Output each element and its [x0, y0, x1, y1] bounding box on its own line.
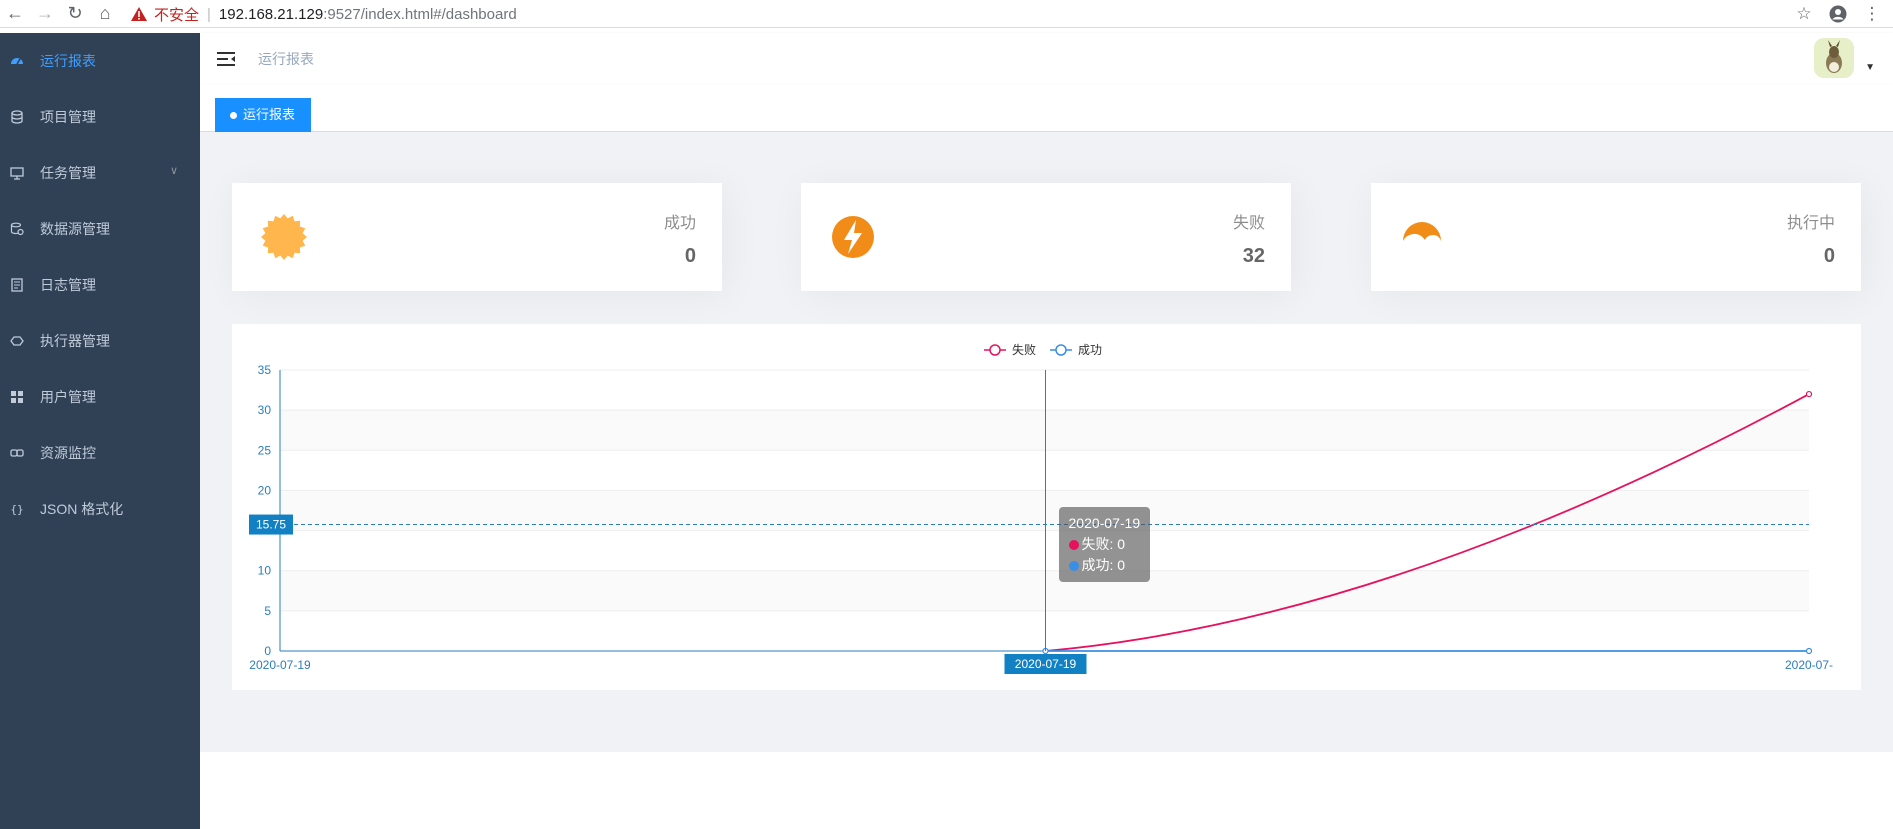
chart-tooltip: 2020-07-19 失败: 0 成功: 0 — [1058, 507, 1151, 582]
legend-label: 成功 — [1078, 343, 1102, 357]
more-menu-icon[interactable]: ⋮ — [1859, 1, 1885, 27]
address-bar[interactable]: 不安全 | 192.168.21.129:9527/index.html#/da… — [130, 2, 1780, 26]
tooltip-row: 失败: 0 — [1068, 534, 1141, 555]
tags-view: 运行报表 — [200, 85, 1893, 132]
url-host: 192.168.21.129 — [218, 5, 324, 23]
hamburger-icon[interactable] — [216, 49, 236, 69]
dashboard-icon — [10, 54, 24, 68]
sidebar-item-5[interactable]: 执行器管理 — [0, 313, 200, 369]
failure-panel[interactable]: 失败 32 — [801, 183, 1291, 291]
sidebar-item-8[interactable]: {} JSON 格式化 — [0, 481, 200, 537]
tag-dashboard[interactable]: 运行报表 — [215, 98, 312, 132]
legend-marker — [989, 344, 1001, 356]
half-moon-icon — [1403, 222, 1441, 241]
sidebar-item-7[interactable]: 资源监控 — [0, 425, 200, 481]
sidebar-item-4[interactable]: 日志管理 — [0, 257, 200, 313]
grid-band — [280, 410, 1809, 451]
tooltip-row-text: 成功: 0 — [1081, 557, 1126, 573]
y-tick-label: 25 — [258, 443, 272, 457]
panel-value: 0 — [1823, 245, 1835, 267]
sidebar: 运行报表项目管理任务管理 ∨ 数据源管理日志管理执行器管理用户管理资源监控 {} JSO… — [0, 33, 200, 829]
y-tick-label: 30 — [258, 403, 272, 417]
y-tick-label: 5 — [264, 604, 271, 618]
sidebar-item-1[interactable]: 项目管理 — [0, 89, 200, 145]
chevron-down-icon: ∨ — [169, 165, 178, 177]
braces-icon: {} — [10, 502, 24, 516]
sidebar-item-2[interactable]: 任务管理 ∨ — [0, 145, 200, 201]
line-chart-card: 051015202530352020-07-192020-07-15.75202… — [232, 324, 1861, 690]
panel-label: 成功 — [663, 215, 696, 232]
document-icon — [10, 278, 24, 292]
security-label: 不安全 — [154, 6, 200, 24]
x-tick-label: 2020-07- — [1785, 658, 1833, 672]
sidebar-item-label: 资源监控 — [40, 445, 96, 461]
panel-value: 32 — [1242, 245, 1265, 267]
sidebar-item-6[interactable]: 用户管理 — [0, 369, 200, 425]
profile-icon[interactable] — [1825, 1, 1851, 27]
navbar: 运行报表 ▼ — [200, 33, 1893, 85]
sidebar-item-label: JSON 格式化 — [40, 501, 124, 517]
grid-icon — [10, 390, 24, 404]
data-point-success — [1805, 647, 1813, 655]
sidebar-item-label: 日志管理 — [40, 277, 96, 293]
sidebar-item-label: 项目管理 — [40, 109, 96, 125]
avatar[interactable] — [1814, 38, 1854, 78]
y-tick-label: 35 — [258, 363, 272, 377]
back-icon[interactable]: ← — [0, 0, 30, 28]
sidebar-item-label: 执行器管理 — [40, 333, 110, 349]
panel-label: 执行中 — [1786, 215, 1835, 232]
sidebar-item-3[interactable]: 数据源管理 — [0, 201, 200, 257]
y-tick-label: 20 — [258, 483, 272, 497]
link-icon — [10, 446, 24, 460]
legend-dot — [1068, 540, 1079, 550]
database-icon — [10, 110, 24, 124]
sun-icon — [261, 214, 307, 260]
caret-down-icon[interactable]: ▼ — [1865, 62, 1875, 73]
panel-value: 0 — [684, 245, 696, 267]
home-icon[interactable]: ⌂ — [90, 0, 120, 28]
sidebar-item-0[interactable]: 运行报表 — [0, 33, 200, 89]
legend-label: 失败 — [1012, 342, 1036, 357]
bookmark-star-icon[interactable]: ☆ — [1791, 1, 1817, 27]
reload-icon[interactable]: ↻ — [60, 0, 90, 28]
sidebar-item-label: 任务管理 — [40, 165, 96, 181]
x-tick-label: 2020-07-19 — [249, 658, 311, 672]
sidebar-item-label: 运行报表 — [40, 53, 96, 69]
dashboard-main: 成功 0 失败 32 执行中 0 051015202530352020-07-1… — [200, 132, 1893, 752]
running-panel[interactable]: 执行中 0 — [1371, 183, 1861, 291]
legend-marker — [1055, 344, 1067, 356]
lightning-icon — [832, 216, 874, 258]
sidebar-item-label: 数据源管理 — [40, 221, 110, 237]
breadcrumb[interactable]: 运行报表 — [258, 49, 314, 69]
grid-band — [280, 570, 1809, 611]
datasource-icon — [10, 222, 24, 236]
sidebar-item-label: 用户管理 — [40, 389, 96, 405]
crosshair-y-label: 15.75 — [256, 518, 286, 532]
url-path: :9527/index.html#/dashboard — [323, 5, 517, 23]
forward-icon[interactable]: → — [30, 0, 60, 28]
panel-label: 失败 — [1232, 215, 1265, 232]
tooltip-row: 成功: 0 — [1068, 555, 1141, 576]
line-chart[interactable]: 051015202530352020-07-192020-07-15.75202… — [232, 324, 1861, 690]
browser-toolbar: ← → ↻ ⌂ 不安全 | 192.168.21.129:9527/index.… — [0, 0, 1893, 28]
data-point-failure — [1805, 390, 1813, 398]
legend-dot — [1068, 561, 1079, 571]
crosshair-x-label: 2020-07-19 — [1015, 657, 1077, 671]
y-tick-label: 0 — [264, 644, 271, 658]
success-panel[interactable]: 成功 0 — [232, 183, 722, 291]
tooltip-row-text: 失败: 0 — [1081, 536, 1126, 552]
monitor-icon — [10, 166, 24, 180]
svg-text:{}: {} — [10, 503, 23, 516]
y-tick-label: 10 — [258, 564, 272, 578]
executor-icon — [10, 334, 24, 348]
divider: | — [207, 5, 211, 23]
tooltip-title: 2020-07-19 — [1068, 515, 1141, 531]
warning-icon — [131, 7, 147, 21]
